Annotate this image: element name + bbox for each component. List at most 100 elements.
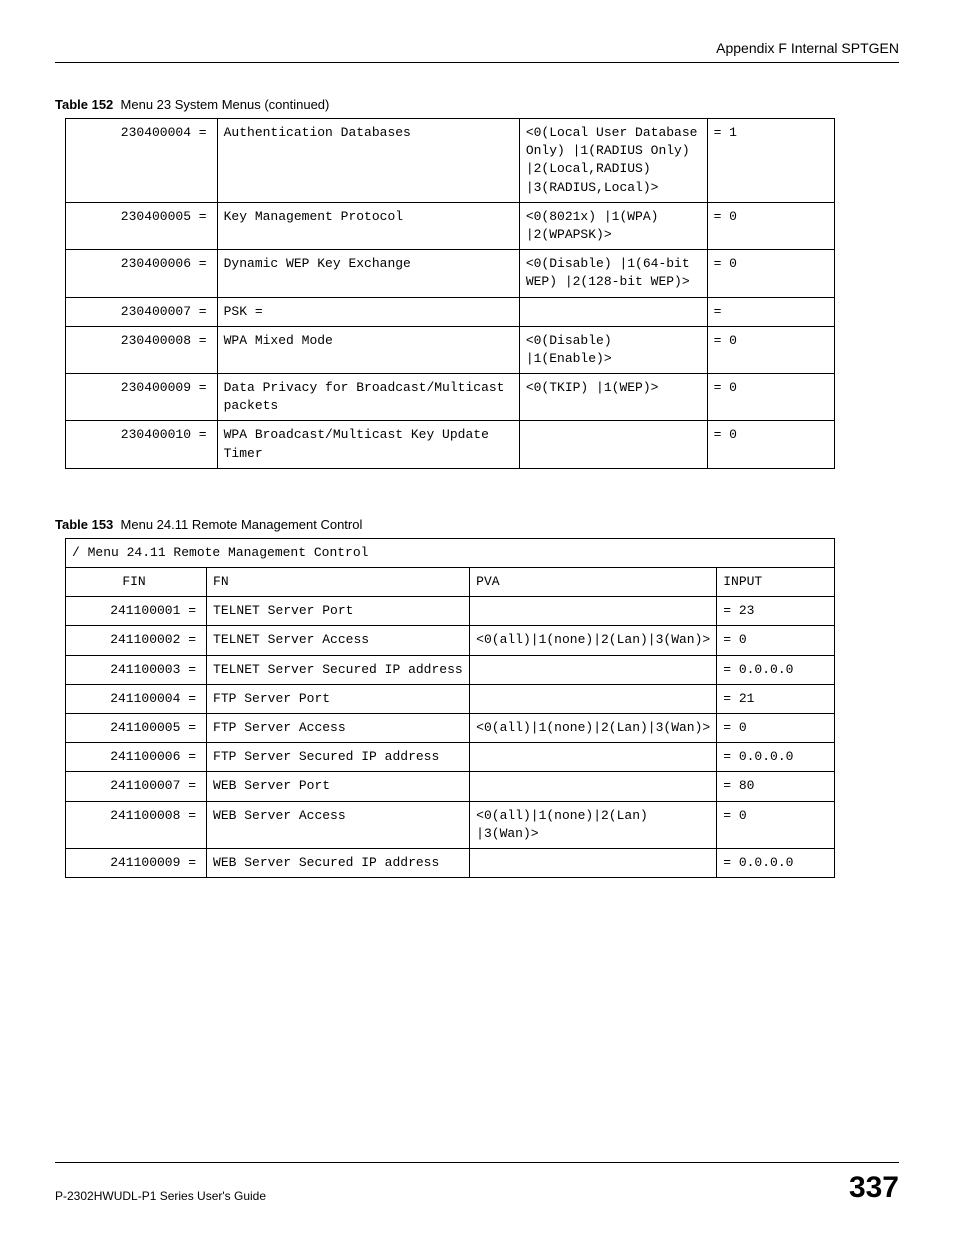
cell-fn: Key Management Protocol	[217, 202, 519, 249]
cell-fn: WPA Broadcast/Multicast Key Update Timer	[217, 421, 519, 468]
table152-caption: Table 152 Menu 23 System Menus (continue…	[55, 97, 899, 112]
table-row: 230400008 = WPA Mixed Mode <0(Disable) |…	[66, 326, 835, 373]
cell-pva: <0(all)|1(none)|2(Lan)|3(Wan)>	[470, 626, 717, 655]
cell-input: = 0	[707, 326, 834, 373]
cell-fn: PSK =	[217, 297, 519, 326]
table-row: 241100006 = FTP Server Secured IP addres…	[66, 743, 835, 772]
table153-caption-text: Menu 24.11 Remote Management Control	[121, 517, 363, 532]
cell-fin: 241100005 =	[66, 713, 207, 742]
table-row: 230400009 = Data Privacy for Broadcast/M…	[66, 374, 835, 421]
table153-title: / Menu 24.11 Remote Management Control	[66, 538, 835, 567]
cell-input: = 23	[717, 597, 835, 626]
cell-fin: 241100007 =	[66, 772, 207, 801]
cell-input: = 80	[717, 772, 835, 801]
cell-input: = 0	[717, 626, 835, 655]
table153-caption: Table 153 Menu 24.11 Remote Management C…	[55, 517, 899, 532]
cell-fn: WEB Server Access	[207, 801, 470, 848]
table-title-row: / Menu 24.11 Remote Management Control	[66, 538, 835, 567]
table-row: 241100007 = WEB Server Port = 80	[66, 772, 835, 801]
cell-pva	[519, 297, 707, 326]
cell-fin: 230400005 =	[66, 202, 218, 249]
cell-fin: 230400009 =	[66, 374, 218, 421]
cell-fin: 241100006 =	[66, 743, 207, 772]
table-row: 230400010 = WPA Broadcast/Multicast Key …	[66, 421, 835, 468]
cell-fin: 241100009 =	[66, 848, 207, 877]
cell-fin: 230400010 =	[66, 421, 218, 468]
table-row: 230400007 = PSK = =	[66, 297, 835, 326]
cell-pva	[470, 743, 717, 772]
cell-fn: FTP Server Secured IP address	[207, 743, 470, 772]
table153-caption-prefix: Table 153	[55, 517, 113, 532]
cell-pva	[470, 772, 717, 801]
cell-fn: WPA Mixed Mode	[217, 326, 519, 373]
page: Appendix F Internal SPTGEN Table 152 Men…	[0, 0, 954, 1235]
cell-pva: <0(8021x) |1(WPA) |2(WPAPSK)>	[519, 202, 707, 249]
cell-input: = 0	[707, 374, 834, 421]
header-pva: PVA	[470, 568, 717, 597]
cell-fn: TELNET Server Secured IP address	[207, 655, 470, 684]
cell-input: = 0	[707, 250, 834, 297]
cell-fn: WEB Server Port	[207, 772, 470, 801]
cell-fin: 241100003 =	[66, 655, 207, 684]
table152-caption-text: Menu 23 System Menus (continued)	[121, 97, 330, 112]
table153: / Menu 24.11 Remote Management Control F…	[65, 538, 835, 878]
cell-fn: Dynamic WEP Key Exchange	[217, 250, 519, 297]
cell-fin: 241100001 =	[66, 597, 207, 626]
cell-fin: 241100004 =	[66, 684, 207, 713]
cell-pva	[519, 421, 707, 468]
cell-input: = 0.0.0.0	[717, 848, 835, 877]
cell-pva: <0(Disable) |1(64-bit WEP) |2(128-bit WE…	[519, 250, 707, 297]
table-header-row: FIN FN PVA INPUT	[66, 568, 835, 597]
cell-fn: WEB Server Secured IP address	[207, 848, 470, 877]
header-appendix: Appendix F Internal SPTGEN	[55, 40, 899, 63]
cell-fn: TELNET Server Access	[207, 626, 470, 655]
cell-pva	[470, 684, 717, 713]
cell-pva	[470, 848, 717, 877]
cell-input: = 0	[707, 202, 834, 249]
table-row: 241100004 = FTP Server Port = 21	[66, 684, 835, 713]
footer: P-2302HWUDL-P1 Series User's Guide 337	[55, 1162, 899, 1205]
cell-fin: 230400004 =	[66, 119, 218, 203]
table-row: 241100008 = WEB Server Access <0(all)|1(…	[66, 801, 835, 848]
footer-page-number: 337	[849, 1171, 899, 1205]
table152-caption-prefix: Table 152	[55, 97, 113, 112]
cell-input: = 0.0.0.0	[717, 655, 835, 684]
table-row: 230400005 = Key Management Protocol <0(8…	[66, 202, 835, 249]
cell-input: = 21	[717, 684, 835, 713]
cell-input: = 0	[717, 713, 835, 742]
cell-fn: FTP Server Access	[207, 713, 470, 742]
cell-fin: 241100002 =	[66, 626, 207, 655]
cell-fn: Authentication Databases	[217, 119, 519, 203]
cell-pva: <0(all)|1(none)|2(Lan) |3(Wan)>	[470, 801, 717, 848]
table-row: 230400006 = Dynamic WEP Key Exchange <0(…	[66, 250, 835, 297]
cell-fin: 230400008 =	[66, 326, 218, 373]
cell-pva	[470, 655, 717, 684]
cell-fin: 230400006 =	[66, 250, 218, 297]
cell-pva: <0(Disable) |1(Enable)>	[519, 326, 707, 373]
table-row: 230400004 = Authentication Databases <0(…	[66, 119, 835, 203]
cell-input: = 0	[717, 801, 835, 848]
cell-fin: 241100008 =	[66, 801, 207, 848]
cell-fn: TELNET Server Port	[207, 597, 470, 626]
table-row: 241100003 = TELNET Server Secured IP add…	[66, 655, 835, 684]
footer-guide: P-2302HWUDL-P1 Series User's Guide	[55, 1171, 266, 1203]
cell-fn: Data Privacy for Broadcast/Multicast pac…	[217, 374, 519, 421]
cell-pva	[470, 597, 717, 626]
cell-pva: <0(Local User Database Only) |1(RADIUS O…	[519, 119, 707, 203]
cell-input: = 0	[707, 421, 834, 468]
cell-pva: <0(TKIP) |1(WEP)>	[519, 374, 707, 421]
cell-input: = 1	[707, 119, 834, 203]
table152: 230400004 = Authentication Databases <0(…	[65, 118, 835, 469]
header-input: INPUT	[717, 568, 835, 597]
cell-fin: 230400007 =	[66, 297, 218, 326]
cell-pva: <0(all)|1(none)|2(Lan)|3(Wan)>	[470, 713, 717, 742]
table-row: 241100001 = TELNET Server Port = 23	[66, 597, 835, 626]
cell-fn: FTP Server Port	[207, 684, 470, 713]
header-fin: FIN	[66, 568, 207, 597]
table-row: 241100002 = TELNET Server Access <0(all)…	[66, 626, 835, 655]
cell-input: =	[707, 297, 834, 326]
header-fn: FN	[207, 568, 470, 597]
cell-input: = 0.0.0.0	[717, 743, 835, 772]
table-row: 241100005 = FTP Server Access <0(all)|1(…	[66, 713, 835, 742]
table-row: 241100009 = WEB Server Secured IP addres…	[66, 848, 835, 877]
